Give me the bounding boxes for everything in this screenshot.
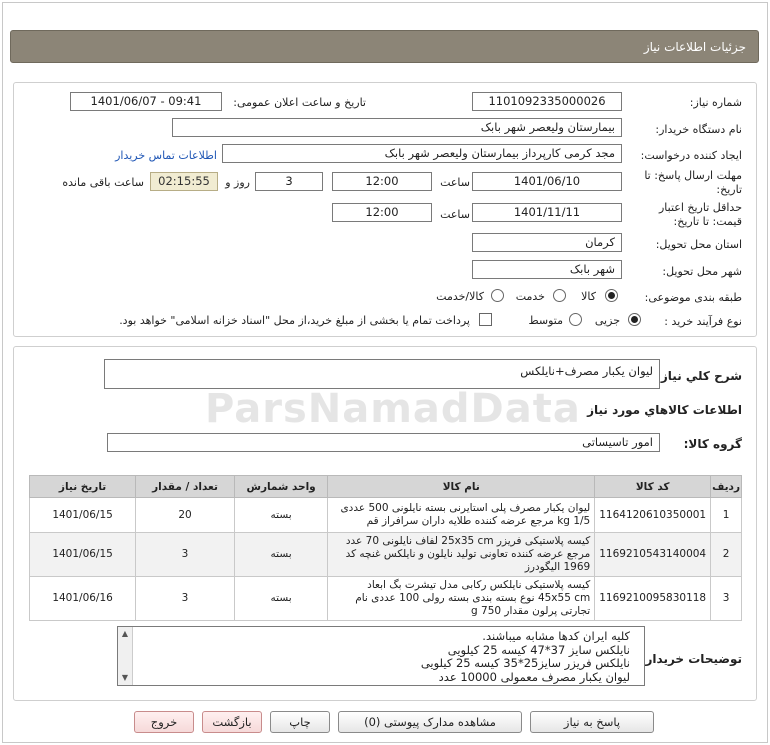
process-option-minor: جزیی xyxy=(594,314,620,327)
reply-button[interactable]: پاسخ به نیاز xyxy=(530,711,654,733)
row-index: 1 xyxy=(710,497,742,533)
validity-time-field: 12:00 xyxy=(332,203,432,222)
buyer-notes-label: توضیحات خریدار: xyxy=(640,652,742,666)
validity-time-label: ساعت xyxy=(440,208,470,221)
category-option-goods: کالا xyxy=(581,290,596,303)
remaining-label: ساعت باقی مانده xyxy=(62,176,144,189)
process-radio-minor[interactable] xyxy=(628,313,641,326)
table-row: 1 1164120610350001 لیوان یکبار مصرف پلی … xyxy=(28,497,742,533)
creator-label: ایجاد کننده درخواست: xyxy=(640,149,742,162)
process-label: نوع فرآیند خرید : xyxy=(664,315,742,328)
validity-date-field: 1401/11/11 xyxy=(472,203,622,222)
note-line: کلیه ایران کدها مشابه میباشند. xyxy=(482,629,630,643)
process-option-medium: متوسط xyxy=(528,314,563,327)
goods-section-title: اطلاعات کالاهاي مورد نياز xyxy=(587,403,742,417)
page-header: جزئیات اطلاعات نیاز xyxy=(10,30,759,63)
category-option-service: خدمت xyxy=(515,290,545,303)
scroll-down-icon[interactable]: ▼ xyxy=(120,673,130,683)
buyer-notes-box[interactable]: ▲ ▼ کلیه ایران کدها مشابه میباشند. نایلک… xyxy=(117,626,645,686)
item-qty: 3 xyxy=(135,532,235,577)
validity-label: حداقل تاریخ اعتبار xyxy=(658,201,742,214)
goods-table: ردیف کد کالا نام کالا واحد شمارش تعداد /… xyxy=(28,475,742,621)
process-radio-medium[interactable] xyxy=(569,313,582,326)
buyer-org-label: نام دستگاه خریدار: xyxy=(655,123,742,136)
province-label: استان محل تحویل: xyxy=(655,238,742,251)
days-label: روز و xyxy=(225,176,250,189)
announce-field: 1401/06/07 - 09:41 xyxy=(70,92,222,111)
goods-group-field: امور تاسیساتی xyxy=(107,433,660,452)
table-row: 2 1169210543140004 کیسه پلاستیکی فریزر 2… xyxy=(28,532,742,577)
item-qty: 3 xyxy=(135,576,235,621)
item-unit: بسته xyxy=(233,532,329,577)
category-radio-goods-service[interactable] xyxy=(491,289,504,302)
deadline-time-field: 12:00 xyxy=(332,172,432,191)
validity-label-date: قیمت: تا تاریخ: xyxy=(673,215,742,228)
col-code-header: کد کالا xyxy=(594,475,712,498)
item-date: 1401/06/15 xyxy=(28,497,137,533)
province-field: کرمان xyxy=(472,233,622,252)
category-radio-service[interactable] xyxy=(553,289,566,302)
goods-group-label: گروه کالا: xyxy=(683,437,742,451)
category-radio-goods[interactable] xyxy=(605,289,618,302)
treasury-payment-checkbox[interactable] xyxy=(479,313,492,326)
col-name-header: نام کالا xyxy=(327,475,596,498)
item-code: 1169210095830118 xyxy=(594,576,712,621)
exit-button[interactable]: خروج xyxy=(134,711,194,733)
page-title: جزئیات اطلاعات نیاز xyxy=(643,40,746,54)
city-field: شهر بابک xyxy=(472,260,622,279)
item-unit: بسته xyxy=(233,576,329,621)
col-unit-header: واحد شمارش xyxy=(233,475,329,498)
city-label: شهر محل تحویل: xyxy=(662,265,742,278)
row-index: 2 xyxy=(710,532,742,577)
back-button[interactable]: بازگشت xyxy=(202,711,262,733)
category-label: طبقه بندی موضوعی: xyxy=(644,291,742,304)
attachments-button[interactable]: مشاهده مدارک پیوستی (0) xyxy=(338,711,522,733)
col-qty-header: تعداد / مقدار xyxy=(135,475,235,498)
item-date: 1401/06/15 xyxy=(28,532,137,577)
summary-label: شرح کلي نياز: xyxy=(656,369,742,383)
item-name: کیسه پلاستیکی فریزر 25x35 cm لفاف نایلون… xyxy=(327,532,596,577)
deadline-time-label: ساعت xyxy=(440,176,470,189)
days-field: 3 xyxy=(255,172,323,191)
table-header-row: ردیف کد کالا نام کالا واحد شمارش تعداد /… xyxy=(28,475,742,498)
summary-field: لیوان یکبار مصرف+نایلکس xyxy=(104,359,660,389)
watermark-logo: ParsNamadData xyxy=(205,386,581,432)
item-date: 1401/06/16 xyxy=(28,576,137,621)
row-index: 3 xyxy=(710,576,742,621)
need-number-label: شماره نیاز: xyxy=(689,96,742,109)
deadline-label: مهلت ارسال پاسخ: تا xyxy=(644,169,742,182)
notes-scrollbar[interactable]: ▲ ▼ xyxy=(118,627,133,685)
item-name: کیسه پلاستیکی نایلکس رکابی مدل تیشرت بگ … xyxy=(327,576,596,621)
need-number-field: 1101092335000026 xyxy=(472,92,622,111)
col-row-header: ردیف xyxy=(710,475,742,498)
item-unit: بسته xyxy=(233,497,329,533)
item-qty: 20 xyxy=(135,497,235,533)
category-option-goods-service: کالا/خدمت xyxy=(436,290,484,303)
item-code: 1164120610350001 xyxy=(594,497,712,533)
note-line: لیوان یکبار مصرف معمولی 10000 عدد xyxy=(438,669,630,684)
remaining-time-field: 02:15:55 xyxy=(150,172,218,191)
deadline-label-date: تاریخ: xyxy=(716,183,742,196)
deadline-date-field: 1401/06/10 xyxy=(472,172,622,191)
print-button[interactable]: چاپ xyxy=(270,711,330,733)
contact-buyer-link[interactable]: اطلاعات تماس خریدار xyxy=(115,149,217,162)
payment-note: پرداخت تمام یا بخشی از مبلغ خرید،از محل … xyxy=(119,314,470,327)
scroll-up-icon[interactable]: ▲ xyxy=(120,629,130,639)
buyer-org-field: بیمارستان ولیعصر شهر بابک xyxy=(172,118,622,137)
announce-label: تاریخ و ساعت اعلان عمومی: xyxy=(233,96,366,109)
creator-field: مجد کرمی کارپرداز بیمارستان ولیعصر شهر ب… xyxy=(222,144,622,163)
item-code: 1169210543140004 xyxy=(594,532,712,577)
note-line: نایلکس سایز 37*47 کیسه 25 کیلویی xyxy=(447,642,630,657)
col-date-header: تاریخ نیاز xyxy=(28,475,137,498)
note-line: نایلکس فریزر سایز25*35 کیسه 25 کیلویی xyxy=(420,656,630,670)
item-name: لیوان یکبار مصرف پلی استایرنی بسته نایلو… xyxy=(327,497,596,533)
table-row: 3 1169210095830118 کیسه پلاستیکی نایلکس … xyxy=(28,576,742,621)
